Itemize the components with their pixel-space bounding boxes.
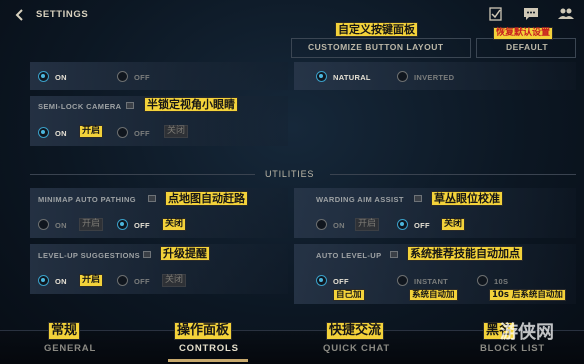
warding-label: WARDING AIM ASSIST xyxy=(316,195,404,204)
autolevel-off-label: OFF xyxy=(333,277,349,286)
back-arrow-icon[interactable] xyxy=(13,8,27,22)
inverted-label: INVERTED xyxy=(414,73,455,82)
nav-controls[interactable]: CONTROLS xyxy=(179,343,239,354)
customize-annotation: 自定义按键面板 xyxy=(335,22,418,38)
minimap-info-icon[interactable] xyxy=(148,195,156,202)
minimap-on-radio[interactable] xyxy=(38,219,49,230)
minimap-off-radio[interactable] xyxy=(117,219,128,230)
levelup-annotation: 升级提醒 xyxy=(160,246,210,262)
warding-off-label: OFF xyxy=(414,221,430,230)
autolevel-off-annotation: 自己加 xyxy=(333,289,365,302)
top-off-label: OFF xyxy=(134,73,150,82)
nav-general-annotation: 常规 xyxy=(48,322,81,340)
minimap-off-label: OFF xyxy=(134,221,150,230)
warding-annotation: 草丛眼位校准 xyxy=(431,191,503,207)
top-off-radio[interactable] xyxy=(117,71,128,82)
minimap-label: MINIMAP AUTO PATHING xyxy=(38,195,136,204)
minimap-on-annotation: 开启 xyxy=(79,218,104,232)
warding-off-annotation: 关闭 xyxy=(441,218,466,231)
levelup-off-radio[interactable] xyxy=(117,275,128,286)
watermark-logo: 游侠网 xyxy=(500,322,554,343)
default-button[interactable]: DEFAULT xyxy=(506,42,548,52)
top-left-panel xyxy=(30,62,288,90)
semi-lock-label: SEMI-LOCK CAMERA xyxy=(38,102,122,111)
top-on-label: ON xyxy=(55,73,67,82)
semi-lock-on-label: ON xyxy=(55,129,67,138)
autolevel-10s-annotation: 10s 后系统自动加 xyxy=(489,289,566,302)
default-annotation: 恢复默认设置 xyxy=(493,27,554,40)
semi-lock-off-radio[interactable] xyxy=(117,127,128,138)
utilities-title: UTILITIES xyxy=(265,169,315,179)
nav-active-indicator xyxy=(168,359,248,362)
warding-on-annotation: 开启 xyxy=(355,218,380,232)
semi-lock-annotation: 半锁定视角小眼睛 xyxy=(144,97,238,113)
autolevel-annotation: 系统推荐技能自动加点 xyxy=(407,246,523,262)
autolevel-off-radio[interactable] xyxy=(316,275,327,286)
autolevel-instant-annotation: 系统自动加 xyxy=(409,289,458,302)
semi-lock-on-radio[interactable] xyxy=(38,127,49,138)
levelup-on-label: ON xyxy=(55,277,67,286)
autolevel-instant-radio[interactable] xyxy=(397,275,408,286)
autolevel-10s-radio[interactable] xyxy=(477,275,488,286)
autolevel-label: AUTO LEVEL-UP xyxy=(316,251,382,260)
semi-lock-info-icon[interactable] xyxy=(126,102,134,109)
nav-quick-chat-annotation: 快捷交流 xyxy=(326,322,385,340)
levelup-off-annotation: 关闭 xyxy=(162,274,187,288)
semi-lock-on-annotation: 开启 xyxy=(79,125,104,138)
levelup-info-icon[interactable] xyxy=(143,251,151,258)
nav-block-list[interactable]: BLOCK LIST xyxy=(480,343,545,354)
nav-general[interactable]: GENERAL xyxy=(44,343,96,354)
autolevel-instant-label: INSTANT xyxy=(414,277,449,286)
page-title: SETTINGS xyxy=(36,9,89,20)
utilities-divider-left xyxy=(30,174,255,175)
inverted-radio[interactable] xyxy=(397,71,408,82)
levelup-on-annotation: 开启 xyxy=(79,274,104,287)
warding-info-icon[interactable] xyxy=(414,195,422,202)
natural-radio[interactable] xyxy=(316,71,327,82)
minimap-on-label: ON xyxy=(55,221,67,230)
chat-icon[interactable] xyxy=(523,7,539,21)
semi-lock-off-annotation: 关闭 xyxy=(164,125,189,139)
friends-icon[interactable] xyxy=(558,7,574,21)
nav-quick-chat[interactable]: QUICK CHAT xyxy=(323,343,390,354)
autolevel-10s-label: 10S xyxy=(494,277,509,286)
levelup-on-radio[interactable] xyxy=(38,275,49,286)
top-on-radio[interactable] xyxy=(38,71,49,82)
checklist-icon[interactable] xyxy=(488,7,504,21)
utilities-divider-right xyxy=(330,174,576,175)
levelup-label: LEVEL-UP SUGGESTIONS xyxy=(38,251,141,260)
customize-button-layout[interactable]: CUSTOMIZE BUTTON LAYOUT xyxy=(308,42,444,52)
autolevel-info-icon[interactable] xyxy=(390,251,398,258)
semi-lock-off-label: OFF xyxy=(134,129,150,138)
minimap-annotation: 点地图自动赶路 xyxy=(165,191,248,207)
levelup-off-label: OFF xyxy=(134,277,150,286)
warding-off-radio[interactable] xyxy=(397,219,408,230)
minimap-off-annotation: 关闭 xyxy=(162,218,187,231)
warding-on-radio[interactable] xyxy=(316,219,327,230)
nav-controls-annotation: 操作面板 xyxy=(174,322,233,340)
warding-on-label: ON xyxy=(333,221,345,230)
natural-label: NATURAL xyxy=(333,73,371,82)
